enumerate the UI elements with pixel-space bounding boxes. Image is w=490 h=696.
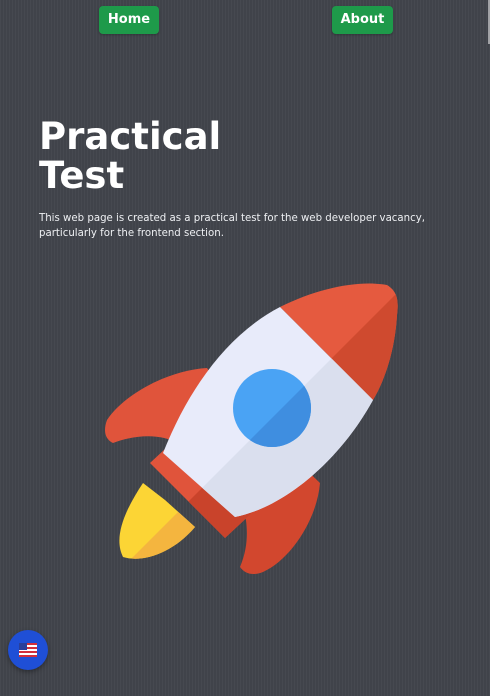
about-button[interactable]: About	[332, 6, 393, 34]
page-description: This web page is created as a practical …	[39, 213, 425, 239]
page-title: Practical Test	[39, 117, 239, 195]
us-flag-icon	[19, 643, 37, 657]
page-title-line-1: Practical	[39, 115, 222, 158]
home-button[interactable]: Home	[99, 6, 159, 34]
rocket-window	[233, 369, 311, 447]
rocket-icon	[105, 283, 398, 575]
page-title-line-2: Test	[39, 154, 125, 197]
language-button[interactable]	[8, 630, 48, 670]
